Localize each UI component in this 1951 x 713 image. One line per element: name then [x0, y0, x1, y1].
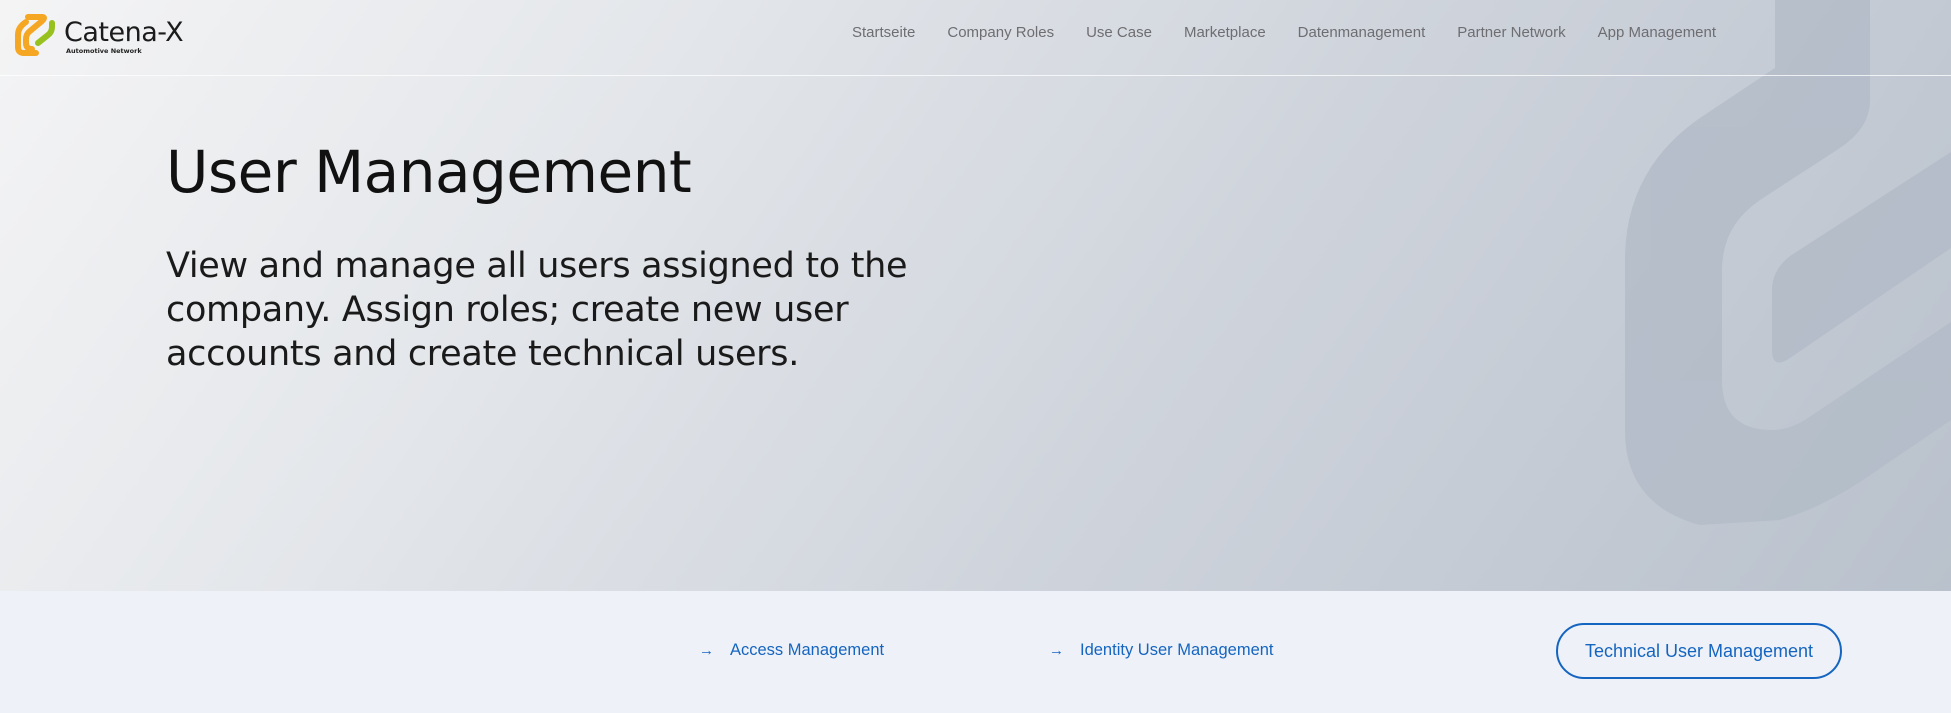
nav-item-startseite[interactable]: Startseite — [852, 24, 915, 41]
page-description: View and manage all users assigned to th… — [166, 246, 908, 374]
nav-item-company-roles[interactable]: Company Roles — [947, 24, 1054, 41]
sub-navigation: → Access Management → Identity User Mana… — [0, 591, 1951, 713]
catena-x-logo[interactable]: Catena-X Automotive Network — [14, 13, 194, 57]
nav-item-app-management[interactable]: App Management — [1598, 24, 1716, 41]
catena-x-logo-icon — [15, 14, 55, 56]
hero-section: Catena-X Automotive Network Startseite C… — [0, 0, 1951, 591]
arrow-right-icon: → — [1049, 642, 1064, 659]
brand-tagline: Automotive Network — [66, 47, 142, 55]
technical-user-management-button[interactable]: Technical User Management — [1556, 623, 1842, 679]
nav-item-partner-network[interactable]: Partner Network — [1457, 24, 1565, 41]
access-management-link[interactable]: → Access Management — [699, 641, 884, 660]
identity-user-management-label: Identity User Management — [1080, 641, 1274, 659]
page-title: User Management — [166, 138, 692, 206]
brand-name: Catena-X — [64, 17, 184, 48]
nav-item-marketplace[interactable]: Marketplace — [1184, 24, 1266, 41]
arrow-right-icon: → — [699, 642, 714, 659]
identity-user-management-link[interactable]: → Identity User Management — [1049, 641, 1274, 660]
nav-item-use-case[interactable]: Use Case — [1086, 24, 1152, 41]
main-nav: Startseite Company Roles Use Case Market… — [852, 24, 1748, 41]
access-management-label: Access Management — [730, 641, 885, 659]
top-navigation-bar: Catena-X Automotive Network Startseite C… — [0, 0, 1951, 76]
nav-item-datenmanagement[interactable]: Datenmanagement — [1298, 24, 1426, 41]
